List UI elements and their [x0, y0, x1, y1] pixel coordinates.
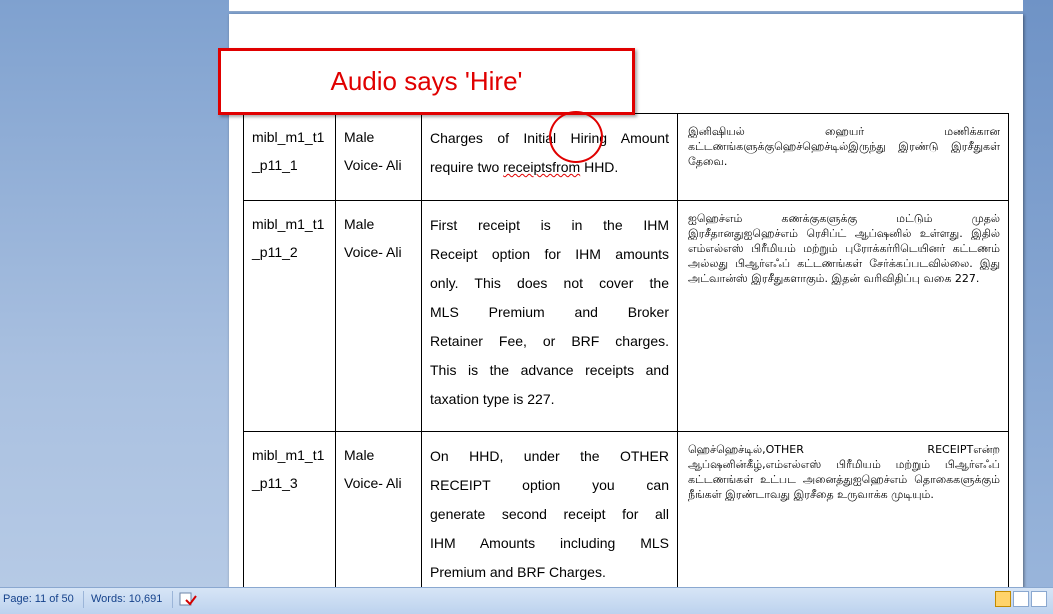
voice-cell: Male Voice- Ali — [335, 431, 422, 594]
id-cell: mibl_m1_t1 _p11_1 — [243, 113, 336, 201]
table-row: mibl_m1_t1 _p11_2 Male Voice- Ali First … — [243, 200, 1009, 432]
callout-text: Audio says 'Hire' — [330, 66, 523, 96]
page-top-edge — [229, 0, 1023, 12]
english-line: First receipt is in the IHM — [430, 217, 669, 233]
web-layout-view-icon[interactable] — [1031, 591, 1047, 607]
row-id-line1: mibl_m1_t1 — [252, 216, 325, 232]
tamil-cell: ஹெச்ஹெச்டில்,OTHER RECEIPTஎன்ற ஆப்ஷனின்க… — [677, 431, 1009, 594]
voice-gender: Male — [344, 447, 375, 463]
voice-name: Voice- Ali — [344, 474, 402, 491]
voice-name: Voice- Ali — [344, 156, 402, 173]
id-cell: mibl_m1_t1 _p11_3 — [243, 431, 336, 594]
english-line: Retainer Fee, or BRF charges. — [430, 333, 669, 349]
english-line: RECEIPT option you can — [430, 477, 669, 493]
tamil-text: ஐஹெச்எம் கணக்குகளுக்கு மட்டும் முதல் இரச… — [688, 212, 1000, 285]
table-row: mibl_m1_t1 _p11_3 Male Voice- Ali On HHD… — [243, 431, 1009, 594]
annotation-callout: Audio says 'Hire' — [218, 48, 635, 115]
english-line: On HHD, under the OTHER — [430, 448, 669, 464]
english-line: This is the advance receipts and — [430, 362, 669, 378]
tamil-text: இனிஷியல் ஹையர் மணிக்கான கட்டணங்களுக்குஹெ… — [688, 125, 1000, 168]
row-id-line2: _p11_3 — [252, 474, 298, 491]
row-id-line2: _p11_2 — [252, 243, 298, 260]
english-line: IHM Amounts including MLS — [430, 535, 669, 551]
row-id-line1: mibl_m1_t1 — [252, 129, 325, 145]
status-divider — [83, 591, 84, 608]
voice-name: Voice- Ali — [344, 243, 402, 260]
voice-gender: Male — [344, 216, 375, 232]
proofing-icon[interactable] — [178, 591, 198, 608]
voice-gender: Male — [344, 129, 375, 145]
word-count[interactable]: Words: 10,691 — [91, 593, 162, 605]
table-row: mibl_m1_t1 _p11_1 Male Voice- Ali Charge… — [243, 113, 1009, 201]
full-screen-reading-view-icon[interactable] — [1013, 591, 1029, 607]
status-bar: Page: 11 of 50 Words: 10,691 — [0, 587, 1053, 614]
id-cell: mibl_m1_t1 _p11_2 — [243, 200, 336, 432]
english-line: MLS Premium and Broker — [430, 304, 669, 320]
tamil-text: ஹெச்ஹெச்டில்,OTHER RECEIPTஎன்ற ஆப்ஷனின்க… — [688, 443, 1000, 501]
voice-cell: Male Voice- Ali — [335, 200, 422, 432]
print-layout-view-icon[interactable] — [995, 591, 1011, 607]
english-line: generate second receipt for all — [430, 506, 669, 522]
english-line: Receipt option for IHM amounts — [430, 246, 669, 262]
english-line: require two receiptsfrom HHD. — [430, 159, 619, 175]
page-count[interactable]: Page: 11 of 50 — [3, 593, 74, 605]
voice-cell: Male Voice- Ali — [335, 113, 422, 201]
english-line: taxation type is 227. — [430, 391, 555, 407]
tamil-cell: இனிஷியல் ஹையர் மணிக்கான கட்டணங்களுக்குஹெ… — [677, 113, 1009, 201]
row-id-line1: mibl_m1_t1 — [252, 447, 325, 463]
tamil-cell: ஐஹெச்எம் கணக்குகளுக்கு மட்டும் முதல் இரச… — [677, 200, 1009, 432]
english-cell: Charges of Initial Hiring Amount require… — [421, 113, 678, 201]
vertical-scroll-area[interactable] — [1023, 0, 1053, 594]
view-buttons — [995, 591, 1047, 607]
english-cell: First receipt is in the IHM Receipt opti… — [421, 200, 678, 432]
row-id-line2: _p11_1 — [252, 156, 298, 173]
english-cell: On HHD, under the OTHER RECEIPT option y… — [421, 431, 678, 594]
status-divider — [172, 591, 173, 608]
highlight-circle — [549, 111, 603, 163]
translation-table: mibl_m1_t1 _p11_1 Male Voice- Ali Charge… — [243, 113, 1009, 594]
english-line: Premium and BRF Charges. — [430, 564, 606, 580]
english-line: only. This does not cover the — [430, 275, 669, 291]
